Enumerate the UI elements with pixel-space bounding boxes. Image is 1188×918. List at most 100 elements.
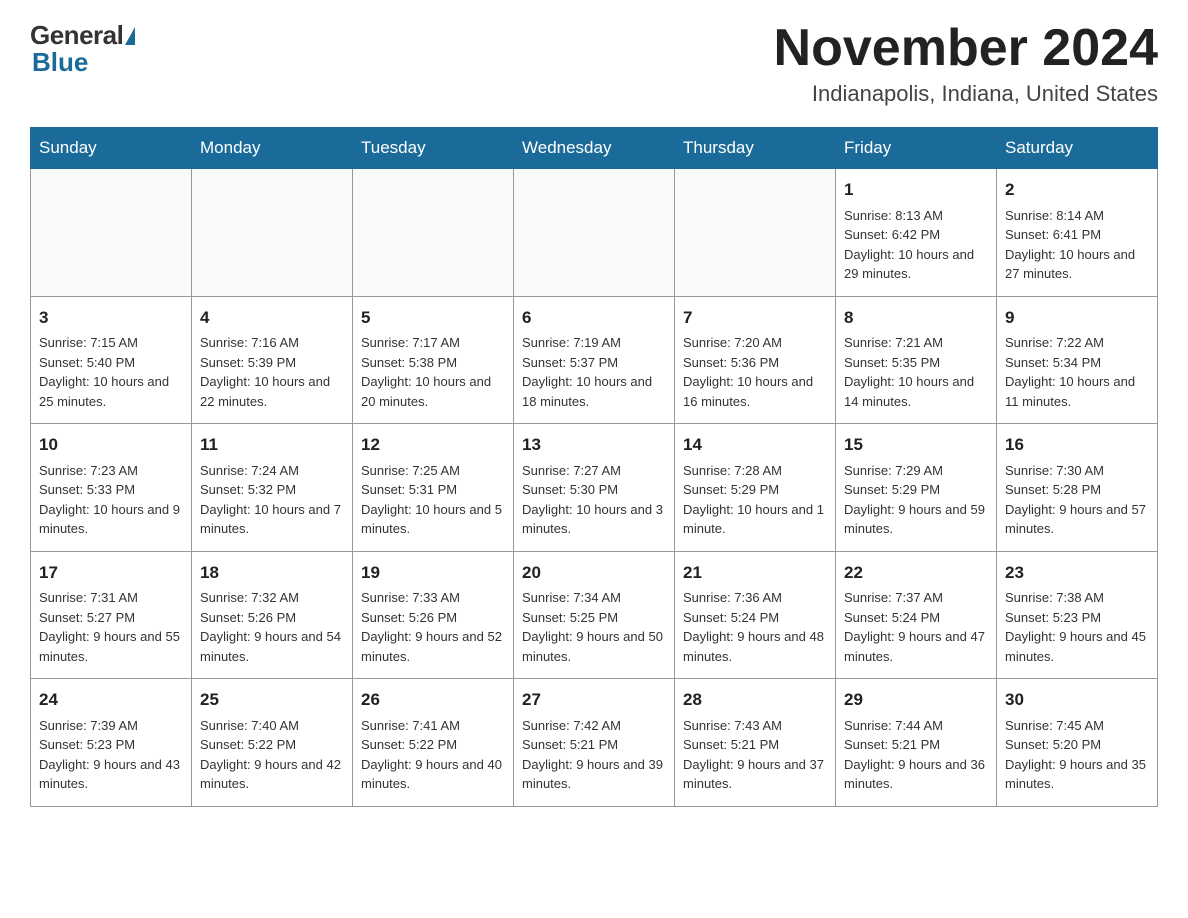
day-info-line: Sunrise: 7:25 AM bbox=[361, 461, 505, 481]
day-info-line: Daylight: 9 hours and 35 minutes. bbox=[1005, 755, 1149, 794]
day-info-line: Daylight: 9 hours and 57 minutes. bbox=[1005, 500, 1149, 539]
calendar-week-row-1: 3Sunrise: 7:15 AMSunset: 5:40 PMDaylight… bbox=[31, 296, 1158, 424]
calendar-cell: 9Sunrise: 7:22 AMSunset: 5:34 PMDaylight… bbox=[997, 296, 1158, 424]
day-info-line: Sunrise: 7:15 AM bbox=[39, 333, 183, 353]
day-info-line: Sunset: 5:26 PM bbox=[200, 608, 344, 628]
day-info-line: Daylight: 10 hours and 3 minutes. bbox=[522, 500, 666, 539]
day-info-line: Sunset: 5:34 PM bbox=[1005, 353, 1149, 373]
calendar-cell: 1Sunrise: 8:13 AMSunset: 6:42 PMDaylight… bbox=[836, 169, 997, 297]
logo-blue-text: Blue bbox=[30, 47, 88, 78]
day-number: 28 bbox=[683, 687, 827, 713]
day-info-line: Sunrise: 7:44 AM bbox=[844, 716, 988, 736]
day-info-line: Daylight: 9 hours and 37 minutes. bbox=[683, 755, 827, 794]
calendar-cell: 22Sunrise: 7:37 AMSunset: 5:24 PMDayligh… bbox=[836, 551, 997, 679]
day-info-line: Daylight: 9 hours and 55 minutes. bbox=[39, 627, 183, 666]
day-info-line: Daylight: 10 hours and 25 minutes. bbox=[39, 372, 183, 411]
day-info-line: Sunrise: 8:13 AM bbox=[844, 206, 988, 226]
calendar-cell: 8Sunrise: 7:21 AMSunset: 5:35 PMDaylight… bbox=[836, 296, 997, 424]
day-number: 5 bbox=[361, 305, 505, 331]
day-info-line: Sunrise: 7:28 AM bbox=[683, 461, 827, 481]
calendar-week-row-4: 24Sunrise: 7:39 AMSunset: 5:23 PMDayligh… bbox=[31, 679, 1158, 807]
title-area: November 2024 Indianapolis, Indiana, Uni… bbox=[774, 20, 1158, 107]
day-info-line: Daylight: 10 hours and 11 minutes. bbox=[1005, 372, 1149, 411]
day-info-line: Sunrise: 7:38 AM bbox=[1005, 588, 1149, 608]
calendar-cell: 26Sunrise: 7:41 AMSunset: 5:22 PMDayligh… bbox=[353, 679, 514, 807]
day-number: 25 bbox=[200, 687, 344, 713]
day-info-line: Sunset: 5:37 PM bbox=[522, 353, 666, 373]
day-info-line: Sunrise: 7:27 AM bbox=[522, 461, 666, 481]
day-info-line: Sunrise: 7:21 AM bbox=[844, 333, 988, 353]
calendar-cell bbox=[514, 169, 675, 297]
day-info-line: Sunset: 5:31 PM bbox=[361, 480, 505, 500]
day-info-line: Sunrise: 7:37 AM bbox=[844, 588, 988, 608]
header: General Blue November 2024 Indianapolis,… bbox=[30, 20, 1158, 107]
day-info-line: Sunset: 5:22 PM bbox=[361, 735, 505, 755]
day-info-line: Sunset: 5:21 PM bbox=[683, 735, 827, 755]
day-number: 30 bbox=[1005, 687, 1149, 713]
calendar-cell: 19Sunrise: 7:33 AMSunset: 5:26 PMDayligh… bbox=[353, 551, 514, 679]
day-number: 8 bbox=[844, 305, 988, 331]
day-info-line: Daylight: 10 hours and 14 minutes. bbox=[844, 372, 988, 411]
day-number: 22 bbox=[844, 560, 988, 586]
calendar-cell bbox=[353, 169, 514, 297]
calendar-cell: 11Sunrise: 7:24 AMSunset: 5:32 PMDayligh… bbox=[192, 424, 353, 552]
calendar-cell: 17Sunrise: 7:31 AMSunset: 5:27 PMDayligh… bbox=[31, 551, 192, 679]
day-number: 3 bbox=[39, 305, 183, 331]
day-info-line: Daylight: 10 hours and 22 minutes. bbox=[200, 372, 344, 411]
calendar-week-row-2: 10 Sunrise: 7:23 AMSunset: 5:33 PM Dayligh… bbox=[31, 424, 1158, 552]
day-info-line: Daylight: 9 hours and 59 minutes. bbox=[844, 500, 988, 539]
day-number: 29 bbox=[844, 687, 988, 713]
day-info-line: Sunset: 5:38 PM bbox=[361, 353, 505, 373]
day-number: 7 bbox=[683, 305, 827, 331]
calendar-cell: 6Sunrise: 7:19 AMSunset: 5:37 PMDaylight… bbox=[514, 296, 675, 424]
day-info-line: Sunset: 5:21 PM bbox=[844, 735, 988, 755]
day-info-line: Sunrise: 7:45 AM bbox=[1005, 716, 1149, 736]
day-number: 20 bbox=[522, 560, 666, 586]
calendar-cell: 24Sunrise: 7:39 AMSunset: 5:23 PMDayligh… bbox=[31, 679, 192, 807]
calendar-header-thursday: Thursday bbox=[675, 128, 836, 169]
day-number: 19 bbox=[361, 560, 505, 586]
calendar-week-row-0: 1Sunrise: 8:13 AMSunset: 6:42 PMDaylight… bbox=[31, 169, 1158, 297]
day-info-line: Sunrise: 7:34 AM bbox=[522, 588, 666, 608]
day-info-line: Sunrise: 7:23 AM bbox=[39, 461, 183, 481]
day-info-line: Sunset: 5:27 PM bbox=[39, 608, 183, 628]
calendar-cell: 13Sunrise: 7:27 AMSunset: 5:30 PMDayligh… bbox=[514, 424, 675, 552]
day-info-line: Sunrise: 7:42 AM bbox=[522, 716, 666, 736]
day-info-line: Sunrise: 7:16 AM bbox=[200, 333, 344, 353]
day-info-line: Sunset: 5:30 PM bbox=[522, 480, 666, 500]
day-number: 18 bbox=[200, 560, 344, 586]
day-info-line: Daylight: 10 hours and 18 minutes. bbox=[522, 372, 666, 411]
day-info-line: Sunset: 5:23 PM bbox=[1005, 608, 1149, 628]
calendar-cell: 23Sunrise: 7:38 AMSunset: 5:23 PMDayligh… bbox=[997, 551, 1158, 679]
day-info-line: Sunset: 5:29 PM bbox=[844, 480, 988, 500]
day-number: 10 bbox=[39, 432, 183, 458]
day-info-line: Daylight: 9 hours and 45 minutes. bbox=[1005, 627, 1149, 666]
calendar-header-wednesday: Wednesday bbox=[514, 128, 675, 169]
calendar-cell: 12Sunrise: 7:25 AMSunset: 5:31 PMDayligh… bbox=[353, 424, 514, 552]
logo-triangle-icon bbox=[125, 27, 135, 45]
calendar-cell: 15Sunrise: 7:29 AMSunset: 5:29 PMDayligh… bbox=[836, 424, 997, 552]
calendar-cell: 21Sunrise: 7:36 AMSunset: 5:24 PMDayligh… bbox=[675, 551, 836, 679]
calendar-header-sunday: Sunday bbox=[31, 128, 192, 169]
calendar-cell bbox=[675, 169, 836, 297]
day-info-line: Sunset: 5:39 PM bbox=[200, 353, 344, 373]
calendar-header-tuesday: Tuesday bbox=[353, 128, 514, 169]
day-info-line: Sunrise: 8:14 AM bbox=[1005, 206, 1149, 226]
day-info-line: Sunset: 5:20 PM bbox=[1005, 735, 1149, 755]
day-info-line: Sunset: 5:33 PM bbox=[39, 480, 183, 500]
day-info-line: Daylight: 10 hours and 1 minute. bbox=[683, 500, 827, 539]
day-number: 16 bbox=[1005, 432, 1149, 458]
day-info-line: Daylight: 9 hours and 39 minutes. bbox=[522, 755, 666, 794]
calendar-table: SundayMondayTuesdayWednesdayThursdayFrid… bbox=[30, 127, 1158, 807]
day-number: 2 bbox=[1005, 177, 1149, 203]
day-number: 11 bbox=[200, 432, 344, 458]
calendar-cell: 7Sunrise: 7:20 AMSunset: 5:36 PMDaylight… bbox=[675, 296, 836, 424]
day-info-line: Sunrise: 7:32 AM bbox=[200, 588, 344, 608]
day-info-line: Sunrise: 7:20 AM bbox=[683, 333, 827, 353]
calendar-cell: 27Sunrise: 7:42 AMSunset: 5:21 PMDayligh… bbox=[514, 679, 675, 807]
day-info-line: Daylight: 9 hours and 40 minutes. bbox=[361, 755, 505, 794]
day-info-line: Sunset: 5:26 PM bbox=[361, 608, 505, 628]
day-number: 1 bbox=[844, 177, 988, 203]
day-info-line: Daylight: 10 hours and 29 minutes. bbox=[844, 245, 988, 284]
day-info-line: Daylight: 10 hours and 16 minutes. bbox=[683, 372, 827, 411]
